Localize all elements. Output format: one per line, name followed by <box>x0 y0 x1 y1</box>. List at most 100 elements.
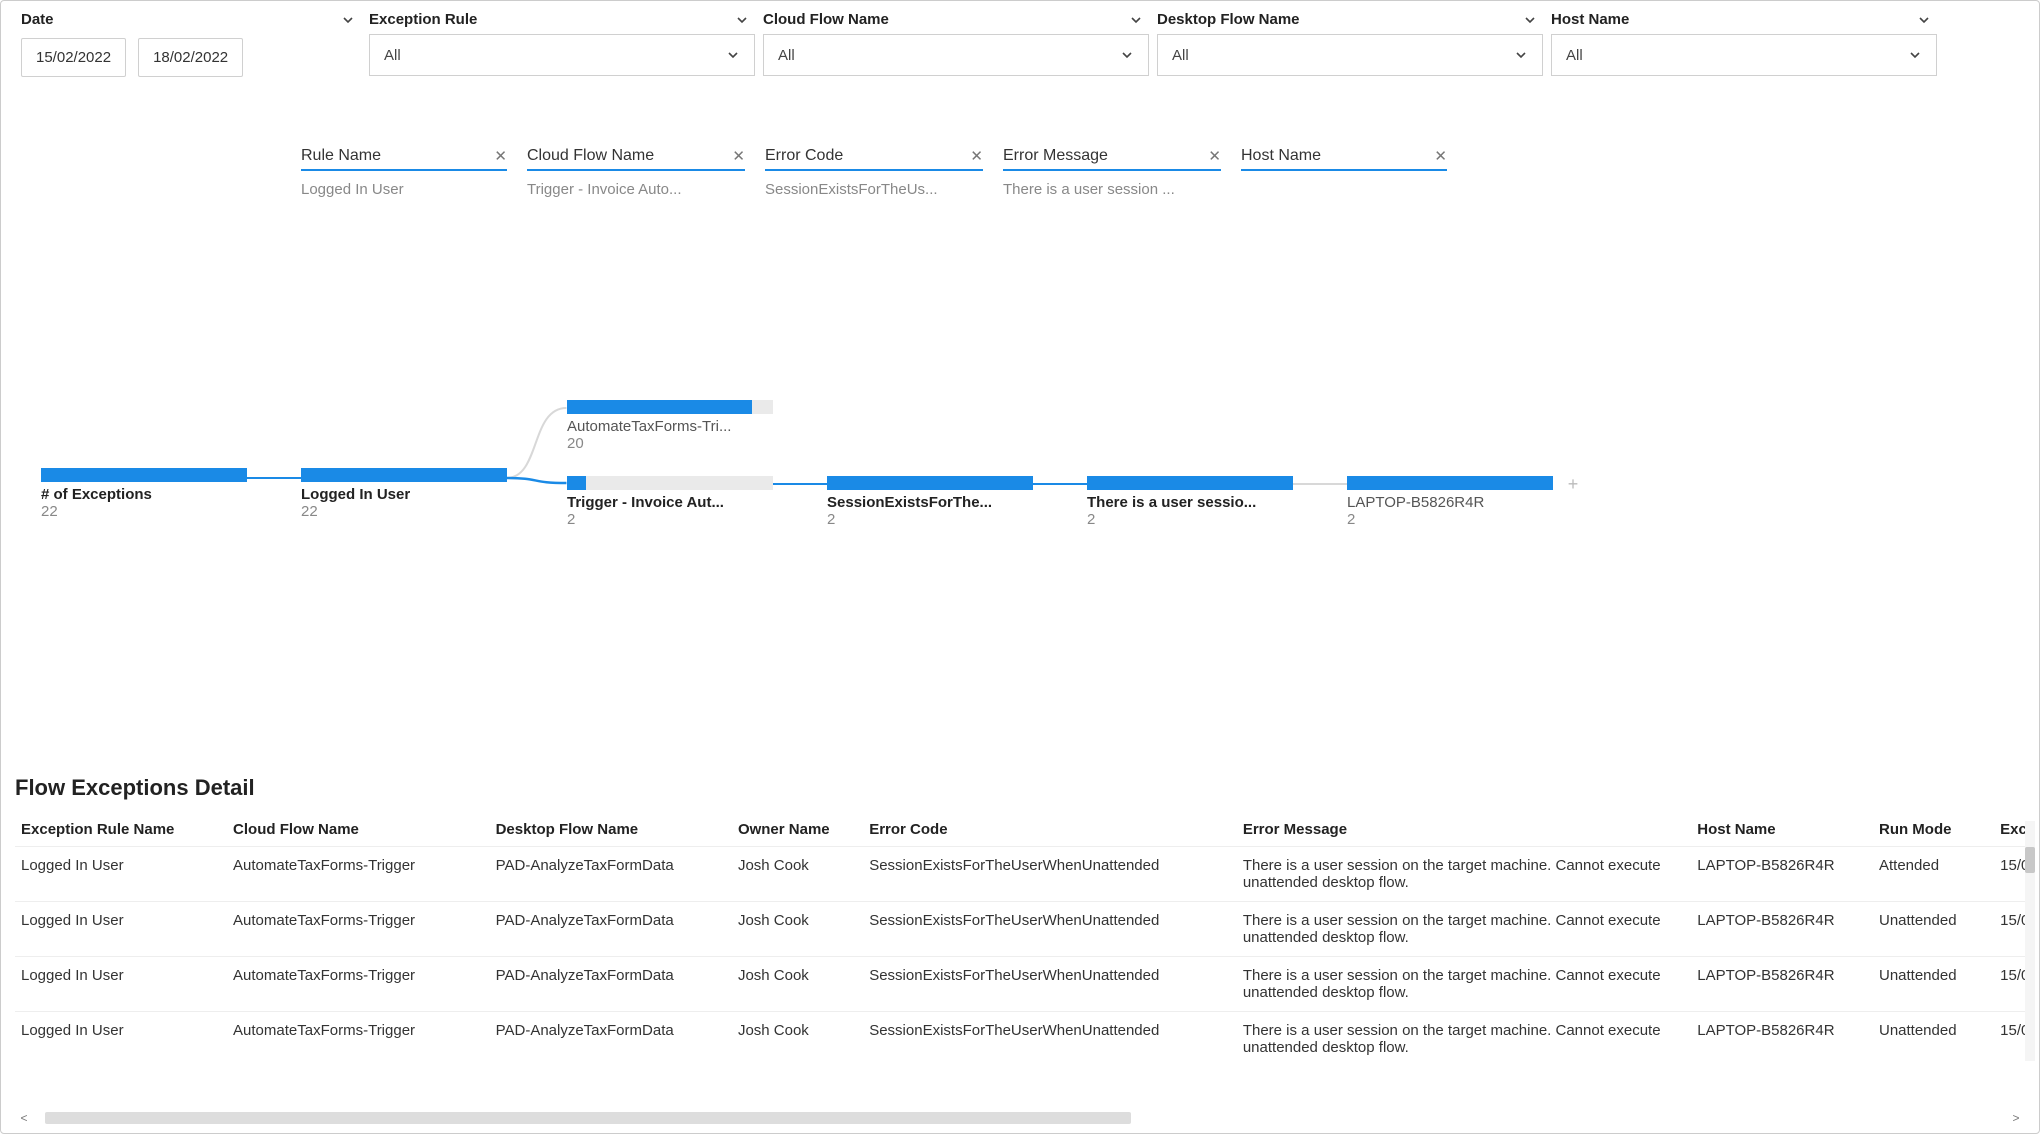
chip-host-name[interactable]: Host Name✕ <box>1241 147 1447 198</box>
close-icon[interactable]: ✕ <box>970 147 983 165</box>
dropdown-value: All <box>384 47 401 64</box>
node-value: 22 <box>41 503 247 520</box>
table-cell: Unattended <box>1873 902 1994 957</box>
decomposition-tree: # of Exceptions 22 Logged In User 22 Aut… <box>1 288 2039 648</box>
chevron-down-icon <box>1120 48 1134 62</box>
table-cell: Josh Cook <box>732 902 863 957</box>
table-row[interactable]: Logged In UserAutomateTaxForms-TriggerPA… <box>15 902 2025 957</box>
col-run-mode[interactable]: Run Mode <box>1873 813 1994 847</box>
tree-connector <box>773 483 827 485</box>
tree-connector <box>247 477 301 479</box>
date-to-input[interactable]: 18/02/2022 <box>138 38 243 77</box>
table-cell: LAPTOP-B5826R4R <box>1691 957 1873 1012</box>
detail-table-wrap: Exception Rule Name Cloud Flow Name Desk… <box>15 813 2025 1123</box>
col-error-msg[interactable]: Error Message <box>1237 813 1691 847</box>
date-from-input[interactable]: 15/02/2022 <box>21 38 126 77</box>
chip-error-code[interactable]: Error Code ✕ SessionExistsForTheUs... <box>765 147 983 198</box>
col-error-code[interactable]: Error Code <box>863 813 1237 847</box>
vertical-scrollbar[interactable] <box>2025 821 2035 1061</box>
chip-rule-name[interactable]: Rule Name✕ Logged In User <box>301 147 507 198</box>
chevron-down-icon <box>1514 48 1528 62</box>
table-cell: AutomateTaxForms-Trigger <box>227 957 490 1012</box>
col-exception-date[interactable]: Exce▲ <box>1994 813 2025 847</box>
node-value: 20 <box>567 435 773 452</box>
table-cell: Josh Cook <box>732 847 863 902</box>
scrollbar-thumb[interactable] <box>2025 847 2035 873</box>
filter-cloud-label: Cloud Flow Name <box>763 11 889 28</box>
col-desktop-flow[interactable]: Desktop Flow Name <box>490 813 732 847</box>
dropdown-value: All <box>1172 47 1189 64</box>
table-row[interactable]: Logged In UserAutomateTaxForms-TriggerPA… <box>15 1012 2025 1067</box>
chip-label: Rule Name <box>301 147 381 165</box>
chevron-down-icon[interactable] <box>341 13 355 27</box>
chevron-down-icon[interactable] <box>1523 13 1537 27</box>
filter-desktop-flow: Desktop Flow Name All <box>1157 11 1543 77</box>
table-cell: SessionExistsForTheUserWhenUnattended <box>863 1012 1237 1067</box>
scroll-right-icon[interactable]: > <box>2007 1111 2025 1125</box>
table-cell: AutomateTaxForms-Trigger <box>227 902 490 957</box>
tree-node-cloud-a[interactable]: AutomateTaxForms-Tri... 20 <box>567 400 773 452</box>
tree-node-error-msg[interactable]: There is a user sessio... 2 <box>1087 476 1293 528</box>
chip-label: Error Code <box>765 147 843 165</box>
scroll-left-icon[interactable]: < <box>15 1111 33 1125</box>
table-row[interactable]: Logged In UserAutomateTaxForms-TriggerPA… <box>15 957 2025 1012</box>
close-icon[interactable]: ✕ <box>1208 147 1221 165</box>
cloud-flow-dropdown[interactable]: All <box>763 34 1149 76</box>
detail-title: Flow Exceptions Detail <box>15 775 2025 801</box>
chevron-down-icon[interactable] <box>735 13 749 27</box>
table-cell: Josh Cook <box>732 1012 863 1067</box>
close-icon[interactable]: ✕ <box>1434 147 1447 165</box>
node-title: Trigger - Invoice Aut... <box>567 494 773 511</box>
tree-node-error-code[interactable]: SessionExistsForThe... 2 <box>827 476 1033 528</box>
filter-exception-rule: Exception Rule All <box>369 11 755 77</box>
scroll-track[interactable] <box>33 1112 2007 1124</box>
scrollbar-thumb[interactable] <box>45 1112 1131 1124</box>
table-cell: Unattended <box>1873 1012 1994 1067</box>
dropdown-value: All <box>1566 47 1583 64</box>
chevron-down-icon[interactable] <box>1129 13 1143 27</box>
add-node-button[interactable]: + <box>1563 474 1583 494</box>
table-row[interactable]: Logged In UserAutomateTaxForms-TriggerPA… <box>15 847 2025 902</box>
chip-label: Cloud Flow Name <box>527 147 654 165</box>
table-cell: Logged In User <box>15 1012 227 1067</box>
close-icon[interactable]: ✕ <box>732 147 745 165</box>
table-cell: SessionExistsForTheUserWhenUnattended <box>863 847 1237 902</box>
chip-label: Error Message <box>1003 147 1108 165</box>
tree-node-host[interactable]: LAPTOP-B5826R4R 2 <box>1347 476 1553 528</box>
node-title: AutomateTaxForms-Tri... <box>567 418 773 435</box>
table-cell: Logged In User <box>15 847 227 902</box>
col-host[interactable]: Host Name <box>1691 813 1873 847</box>
table-cell: 15/02 <box>1994 902 2025 957</box>
table-cell: 15/02 <box>1994 957 2025 1012</box>
filter-date-label: Date <box>21 11 54 28</box>
chip-error-message[interactable]: Error Message ✕ There is a user session .… <box>1003 147 1221 198</box>
tree-node-root[interactable]: # of Exceptions 22 <box>41 468 247 520</box>
tree-node-rule[interactable]: Logged In User 22 <box>301 468 507 520</box>
col-owner[interactable]: Owner Name <box>732 813 863 847</box>
chip-value: SessionExistsForTheUs... <box>765 171 983 198</box>
table-cell: There is a user session on the target ma… <box>1237 902 1691 957</box>
node-title: LAPTOP-B5826R4R <box>1347 494 1553 511</box>
host-name-dropdown[interactable]: All <box>1551 34 1937 76</box>
table-cell: SessionExistsForTheUserWhenUnattended <box>863 957 1237 1012</box>
close-icon[interactable]: ✕ <box>494 147 507 165</box>
table-cell: Attended <box>1873 847 1994 902</box>
col-cloud-flow[interactable]: Cloud Flow Name <box>227 813 490 847</box>
table-cell: LAPTOP-B5826R4R <box>1691 847 1873 902</box>
chip-value: There is a user session ... <box>1003 171 1221 198</box>
table-cell: PAD-AnalyzeTaxFormData <box>490 902 732 957</box>
table-cell: 15/02 <box>1994 1012 2025 1067</box>
chevron-down-icon <box>726 48 740 62</box>
horizontal-scrollbar[interactable]: < > <box>15 1109 2025 1127</box>
table-header-row: Exception Rule Name Cloud Flow Name Desk… <box>15 813 2025 847</box>
chevron-down-icon[interactable] <box>1917 13 1931 27</box>
table-cell: There is a user session on the target ma… <box>1237 1012 1691 1067</box>
node-title: SessionExistsForThe... <box>827 494 1033 511</box>
desktop-flow-dropdown[interactable]: All <box>1157 34 1543 76</box>
filter-bar: Date 15/02/2022 18/02/2022 Exception Rul… <box>1 1 2039 83</box>
chip-cloud-flow[interactable]: Cloud Flow Name✕ Trigger - Invoice Auto.… <box>527 147 745 198</box>
table-cell: 15/02 <box>1994 847 2025 902</box>
tree-node-cloud-b[interactable]: Trigger - Invoice Aut... 2 <box>567 476 773 528</box>
col-exception-rule[interactable]: Exception Rule Name <box>15 813 227 847</box>
exception-rule-dropdown[interactable]: All <box>369 34 755 76</box>
